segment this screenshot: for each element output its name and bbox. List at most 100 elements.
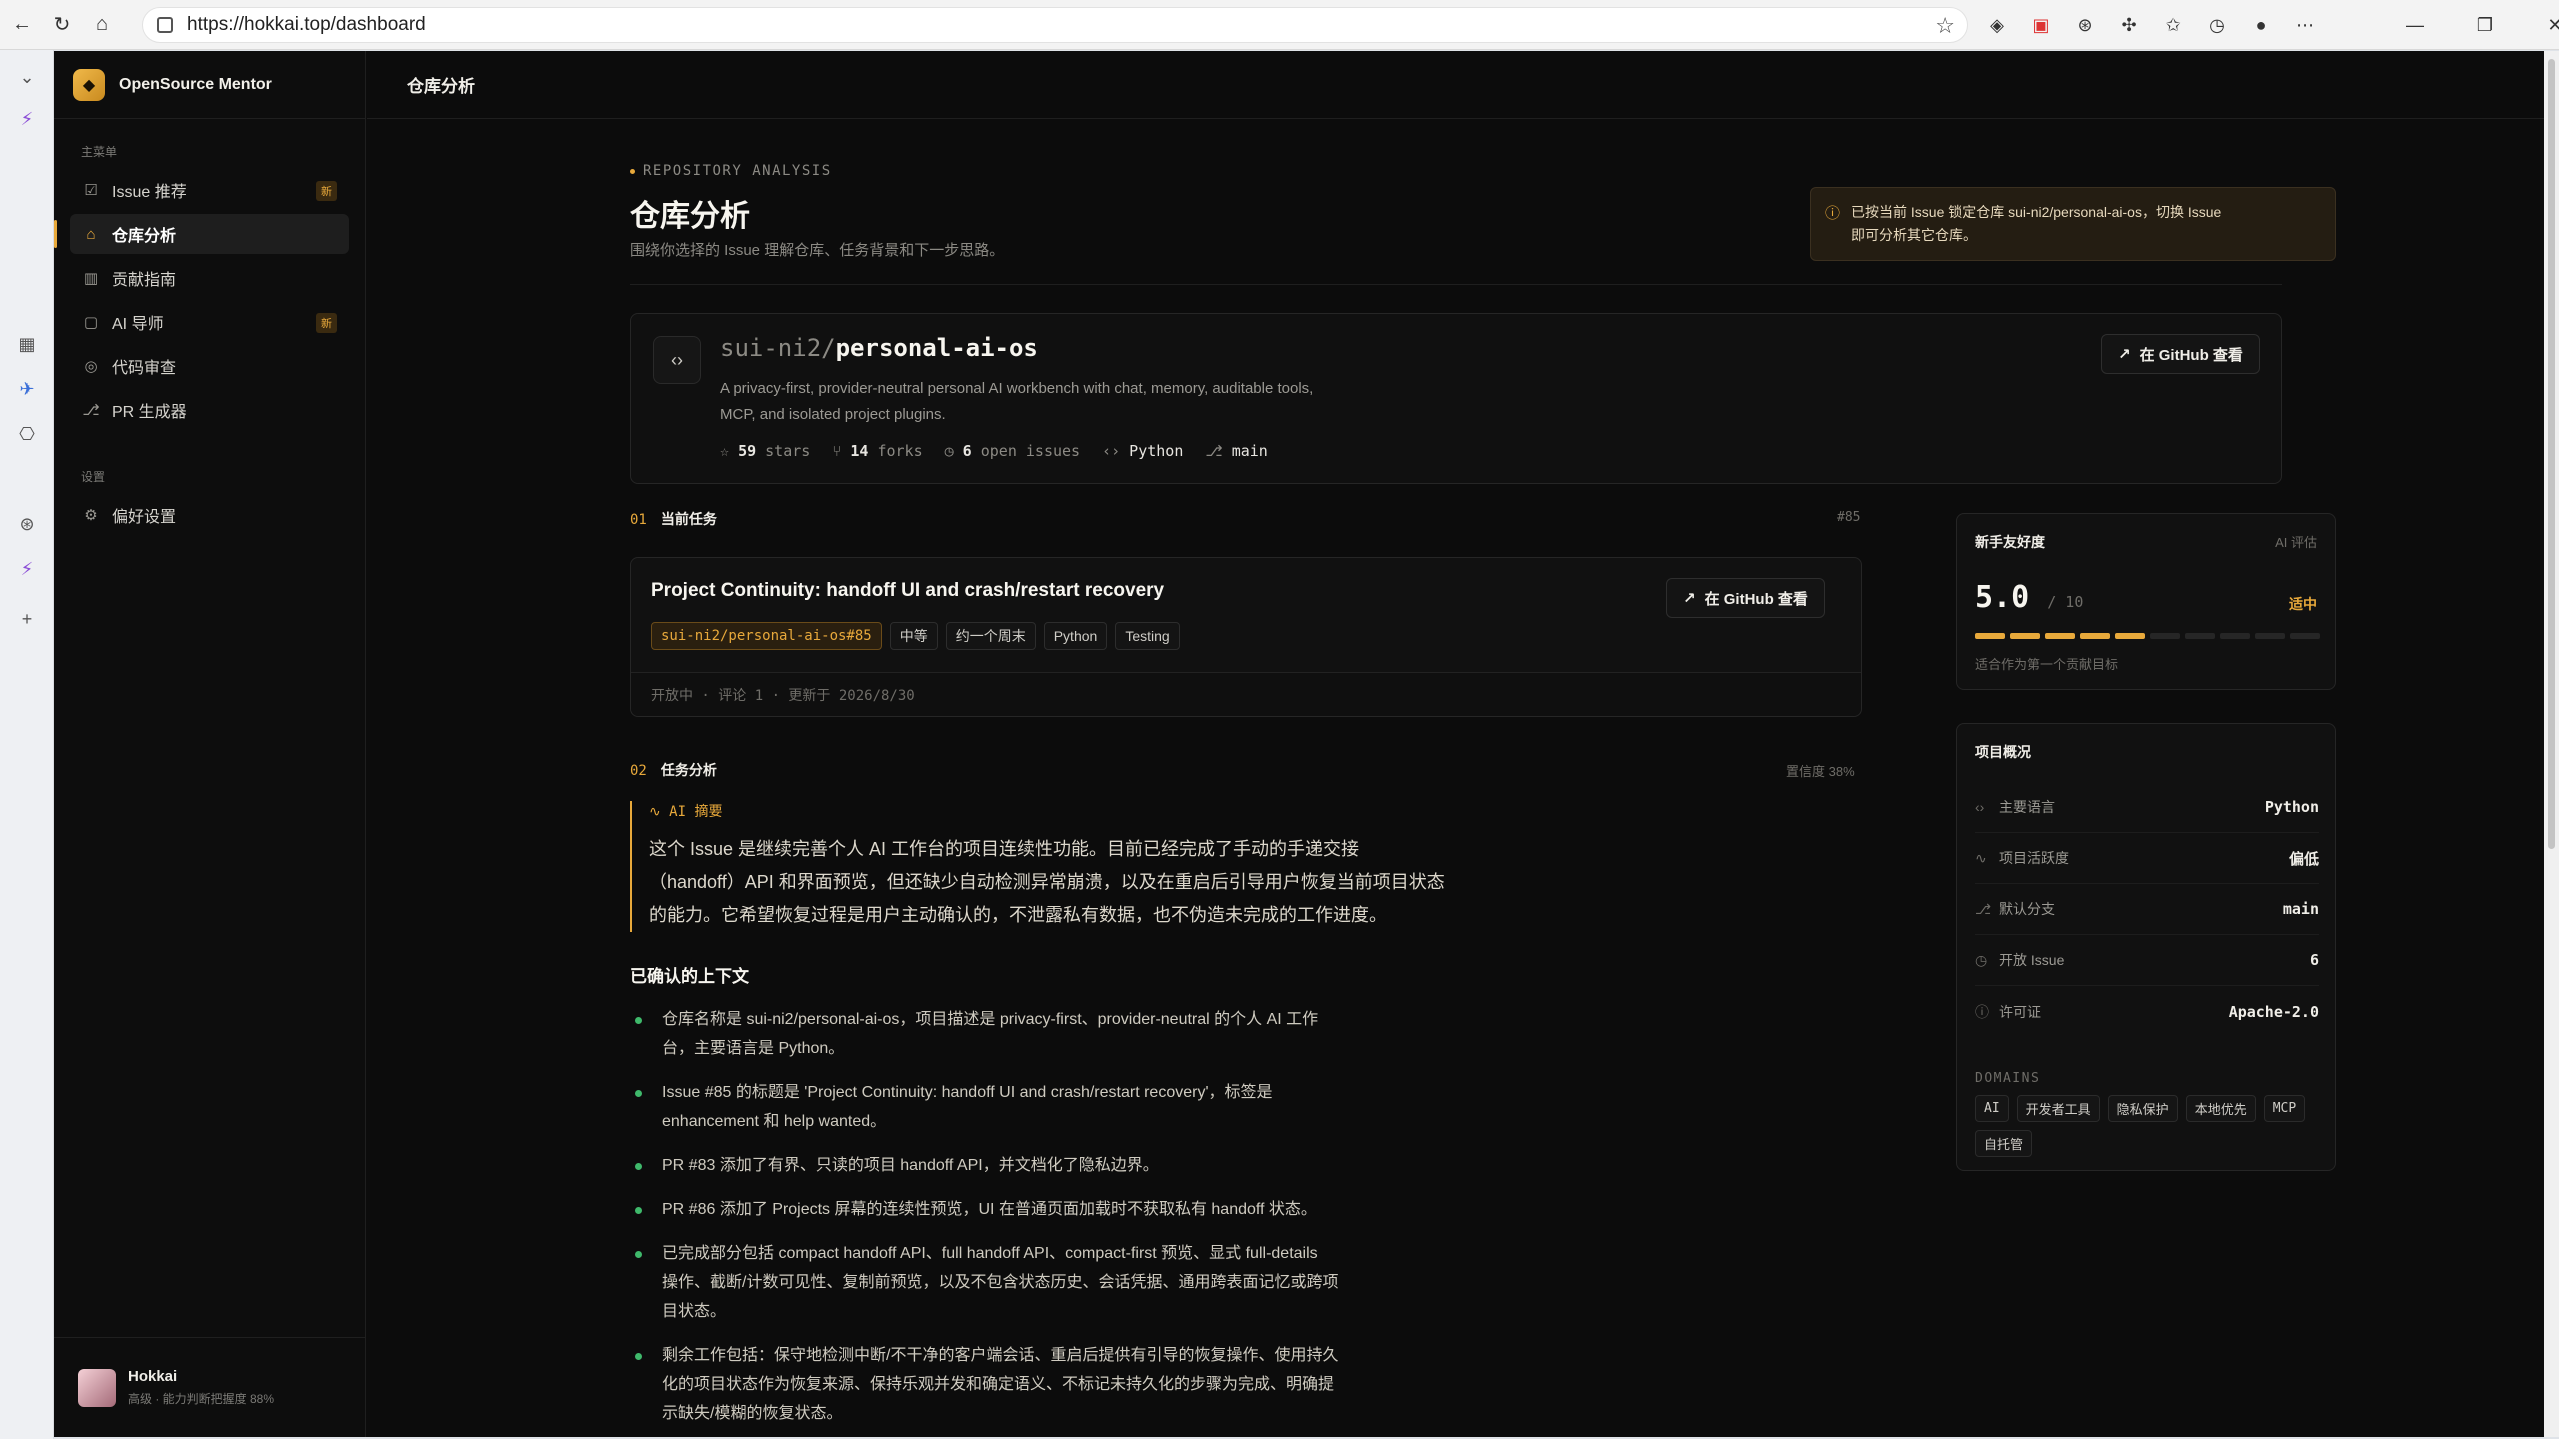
branch-icon: ⎇ <box>1975 900 1992 917</box>
app-shortcut-icon[interactable]: ⊛ <box>13 510 41 538</box>
page-subtitle: 围绕你选择的 Issue 理解仓库、任务背景和下一步思路。 <box>630 242 1005 259</box>
task-title: Project Continuity: handoff UI and crash… <box>651 580 1165 601</box>
more-menu-icon[interactable]: ⋯ <box>2290 10 2320 40</box>
add-icon[interactable]: + <box>13 605 41 633</box>
pulse-icon: ∿ <box>649 804 661 820</box>
ai-assessment-tag: AI 评估 <box>2275 535 2317 550</box>
minimize-icon[interactable]: — <box>2400 10 2430 40</box>
sidebar-item-label: 代码审查 <box>112 360 177 377</box>
score-bar-segment <box>2010 633 2040 639</box>
page-title: 仓库分析 <box>630 200 750 233</box>
overview-row-license: ⓘ 许可证 Apache-2.0 <box>1975 1002 2319 1021</box>
app-shortcut-icon[interactable]: ⚡ <box>13 555 41 583</box>
overview-row-language: ‹› 主要语言 Python <box>1975 782 2319 833</box>
section-header-current-task: 01 当前任务 <box>630 511 717 528</box>
domain-tag: 本地优先 <box>2185 1095 2256 1122</box>
repo-open-issues: ◷ 6 open issues <box>944 442 1081 460</box>
extension-icon[interactable]: ◈ <box>1982 10 2012 40</box>
user-profile[interactable]: Hokkai 高级 · 能力判断把握度 88% <box>54 1337 366 1437</box>
license-icon: ⓘ <box>1975 1003 1989 1020</box>
page-header: 仓库分析 <box>367 51 2544 119</box>
chevron-down-icon[interactable]: ⌄ <box>13 63 41 91</box>
list-item: PR #86 添加了 Projects 屏幕的连续性预览，UI 在普通页面加载时… <box>630 1195 1410 1224</box>
ai-summary-text: 这个 Issue 是继续完善个人 AI 工作台的项目连续性功能。目前已经完成了手… <box>649 839 1445 925</box>
repo-lock-notice: ⓘ 已按当前 Issue 锁定仓库 sui-ni2/personal-ai-os… <box>1810 187 2336 261</box>
list-item: 仓库名称是 sui-ni2/personal-ai-os，项目描述是 priva… <box>630 1005 1410 1063</box>
scrollbar-thumb[interactable] <box>2548 59 2555 849</box>
score-bar <box>1975 633 2320 639</box>
domains-label: DOMAINS <box>1975 1071 2041 1086</box>
confidence-label: 置信度 38% <box>1786 764 1855 779</box>
close-icon[interactable]: ✕ <box>2540 10 2559 40</box>
sidebar-section-main: 主菜单 <box>81 145 118 159</box>
list-item: 剩余工作包括：保守地检测中断/不干净的客户端会话、重启后提供有引导的恢复操作、使… <box>630 1341 1410 1428</box>
overview-row-open-issues: ◷ 开放 Issue 6 <box>1975 935 2319 986</box>
sidebar-item-label: 贡献指南 <box>112 272 177 289</box>
refresh-icon[interactable]: ↻ <box>44 7 80 43</box>
back-icon[interactable]: ← <box>4 7 40 43</box>
sidebar-item-issue-recommend[interactable]: ☑ Issue 推荐 新 <box>70 170 349 210</box>
favorites-icon[interactable]: ✩ <box>2158 10 2188 40</box>
sidebar-item-ai-mentor[interactable]: ▢ AI 导师 新 <box>70 302 349 342</box>
extension-icon[interactable]: ▣ <box>2026 10 2056 40</box>
history-icon[interactable]: ◷ <box>2202 10 2232 40</box>
sidebar-item-repo-analysis[interactable]: ⌂ 仓库分析 <box>54 214 349 254</box>
restore-icon[interactable]: ❐ <box>2470 10 2500 40</box>
browser-side-panel: ⌄ ⚡ ▦ ✈ ⎔ ⊛ ⚡ + <box>0 50 54 1439</box>
task-status-footer: 开放中 · 评论 1 · 更新于 2026/8/30 <box>631 672 1861 716</box>
sidebar-item-preferences[interactable]: ⚙ 偏好设置 <box>70 495 349 535</box>
branch-icon: ⎇ <box>1205 442 1223 460</box>
sidebar-item-code-review[interactable]: ◎ 代码审查 <box>70 346 349 386</box>
app-shortcut-icon[interactable]: ⎔ <box>13 420 41 448</box>
score-bar-segment <box>2220 633 2250 639</box>
repo-stars: ☆ 59 stars <box>720 442 811 460</box>
activity-icon: ∿ <box>1975 849 1987 866</box>
task-github-button[interactable]: ↗ 在 GitHub 查看 <box>1666 578 1825 618</box>
confirmed-context-title: 已确认的上下文 <box>630 967 749 986</box>
list-item: PR #83 添加了有界、只读的项目 handoff API，并文档化了隐私边界… <box>630 1151 1410 1180</box>
page-scrollbar[interactable] <box>2544 51 2559 1437</box>
app-shortcut-icon[interactable]: ⚡ <box>13 105 41 133</box>
sidebar-item-pr-generator[interactable]: ⎇ PR 生成器 <box>70 390 349 430</box>
external-link-icon: ↗ <box>2118 346 2131 363</box>
extensions-puzzle-icon[interactable]: ✣ <box>2114 10 2144 40</box>
task-tag: 约一个周末 <box>945 622 1036 650</box>
app-root: ◆ OpenSource Mentor 主菜单 ☑ Issue 推荐 新 ⌂ 仓… <box>54 51 2544 1437</box>
domain-tag: AI <box>1975 1095 2009 1122</box>
repo-github-button[interactable]: ↗ 在 GitHub 查看 <box>2101 334 2260 374</box>
address-bar[interactable]: https://hokkai.top/dashboard ☆ <box>142 7 1968 43</box>
sidebar-item-contribution-guide[interactable]: ▥ 贡献指南 <box>70 258 349 298</box>
accent-dot <box>630 168 635 174</box>
app-shortcut-icon[interactable]: ✈ <box>13 375 41 403</box>
brand[interactable]: ◆ OpenSource Mentor <box>54 51 365 119</box>
favorite-star-icon[interactable]: ☆ <box>1935 13 1955 39</box>
code-icon: ‹› <box>653 336 701 384</box>
repo-forks: ⑂ 14 forks <box>832 442 923 460</box>
home-icon[interactable]: ⌂ <box>84 7 120 43</box>
repo-card: ‹› sui-ni2/personal-ai-os A privacy-firs… <box>630 313 2282 484</box>
sidebar-item-label: 偏好设置 <box>112 509 177 526</box>
score-bar-segment <box>2150 633 2180 639</box>
new-badge: 新 <box>316 313 337 333</box>
header-title: 仓库分析 <box>407 77 475 96</box>
current-task-card: Project Continuity: handoff UI and crash… <box>630 557 1862 717</box>
extension-icon[interactable]: ⊛ <box>2070 10 2100 40</box>
new-badge: 新 <box>316 181 337 201</box>
project-overview-panel: 项目概况 ‹› 主要语言 Python ∿ 项目活跃度 偏低 ⎇ 默认分支 main ◷ 开放… <box>1956 723 2336 1171</box>
lock-icon <box>157 17 173 33</box>
list-item: 已完成部分包括 compact handoff API、full handoff… <box>630 1239 1410 1326</box>
profile-avatar-icon[interactable]: ● <box>2246 10 2276 40</box>
app-shortcut-icon[interactable]: ▦ <box>13 330 41 358</box>
task-tag: 中等 <box>889 622 938 650</box>
score-bar-segment <box>1975 633 2005 639</box>
overview-row-activity: ∿ 项目活跃度 偏低 <box>1975 833 2319 884</box>
beginner-friendliness-panel: 新手友好度 AI 评估 5.0 / 10 适中 适合作为第一个贡献目标 <box>1956 513 2336 690</box>
user-name: Hokkai <box>128 1368 178 1385</box>
friendliness-score: 5.0 / 10 <box>1975 580 2084 615</box>
eyebrow: REPOSITORY ANALYSIS <box>630 163 832 179</box>
overview-row-branch: ⎇ 默认分支 main <box>1975 884 2319 935</box>
score-bar-segment <box>2290 633 2320 639</box>
browser-toolbar: ← ↻ ⌂ https://hokkai.top/dashboard ☆ ◈ ▣… <box>0 0 2559 50</box>
domain-tag: MCP <box>2263 1095 2306 1122</box>
sidebar-item-label: PR 生成器 <box>112 404 187 421</box>
